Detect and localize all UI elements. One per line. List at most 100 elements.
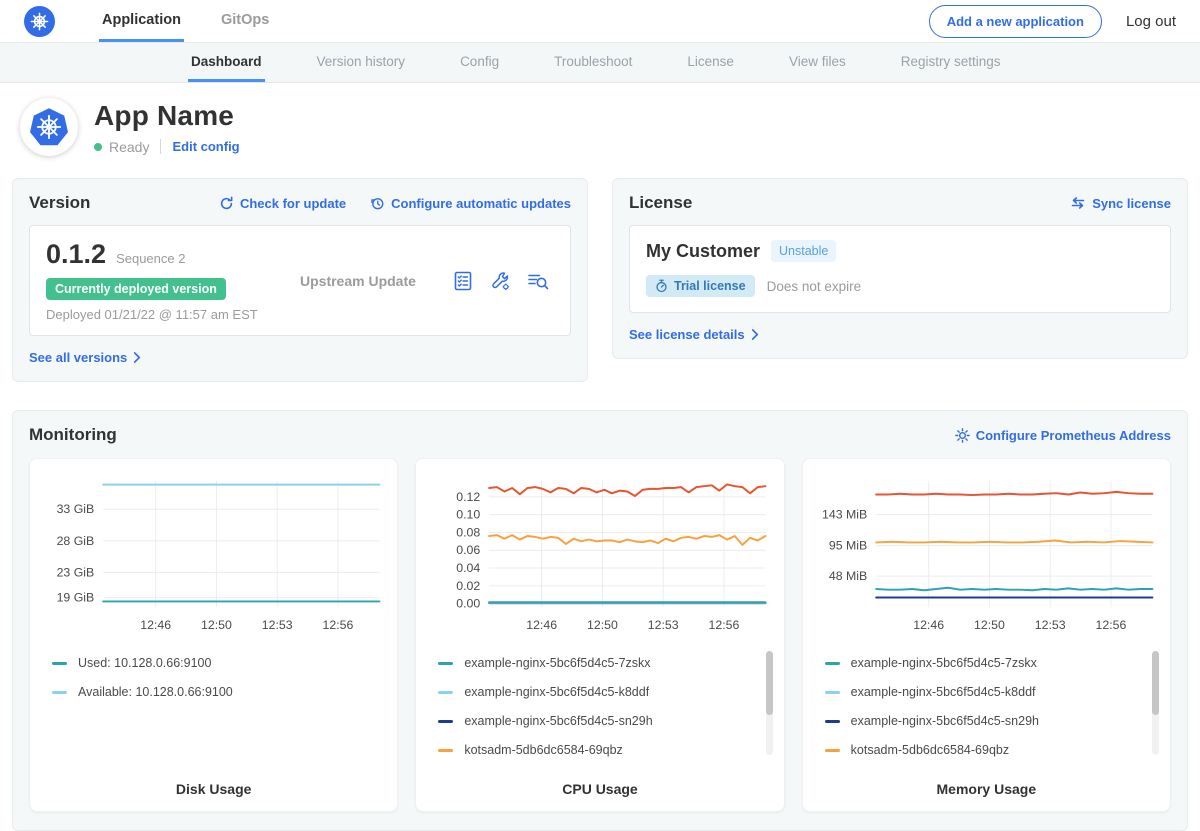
legend-swatch [438,662,453,665]
version-card: Version Check for update Configure au [12,178,588,382]
legend-swatch [825,691,840,694]
monitoring-section: Monitoring Configure Prometheus Address … [12,410,1188,831]
legend-label: example-nginx-5bc6f5d4c5-k8ddf [464,685,649,699]
svg-text:12:50: 12:50 [587,618,618,632]
svg-text:12:46: 12:46 [140,618,171,632]
svg-text:12:53: 12:53 [648,618,679,632]
line-chart-svg: 12:4612:5012:5312:560.120.100.080.060.04… [426,471,773,639]
helm-wheel-icon [30,12,49,31]
stopwatch-icon [655,279,668,293]
disk-usage-plot: 12:4612:5012:5312:5633 GiB28 GiB23 GiB19… [40,471,387,639]
customer-name: My Customer [646,241,760,262]
disk-usage-chart-card: 12:4612:5012:5312:5633 GiB28 GiB23 GiB19… [29,458,398,812]
tab-registry-settings[interactable]: Registry settings [898,43,1004,82]
sync-arrows-icon [1070,196,1086,210]
svg-text:12:46: 12:46 [527,618,558,632]
sync-license-link[interactable]: Sync license [1070,196,1171,211]
memory-usage-chart-card: 12:4612:5012:5312:56143 MiB95 MiB48 MiB … [802,458,1171,812]
kubernetes-heptagon-icon [28,106,70,148]
legend-scrollbar[interactable] [1152,651,1159,755]
memory-usage-plot: 12:4612:5012:5312:56143 MiB95 MiB48 MiB [813,471,1160,639]
chevron-right-icon [751,329,759,340]
chevron-right-icon [133,352,141,363]
legend-swatch [52,662,67,665]
scrollbar-thumb[interactable] [766,651,773,715]
chart-title: Disk Usage [40,769,387,797]
license-card: License Sync license My Customer Unstabl… [612,178,1188,359]
legend-label: Available: 10.128.0.66:9100 [78,685,233,699]
cpu-usage-legend: example-nginx-5bc6f5d4c5-7zskx example-ng… [426,649,773,769]
app-sub-nav: Dashboard Version history Config Trouble… [0,43,1200,83]
cpu-usage-chart-card: 12:4612:5012:5312:560.120.100.080.060.04… [415,458,784,812]
current-version-row: 0.1.2 Sequence 2 Currently deployed vers… [29,225,571,336]
configure-prometheus-link[interactable]: Configure Prometheus Address [955,428,1171,443]
see-all-versions-link[interactable]: See all versions [29,350,141,365]
memory-usage-legend: example-nginx-5bc6f5d4c5-7zskxexample-ng… [813,649,1160,769]
divider [160,139,161,154]
svg-text:12:56: 12:56 [323,618,354,632]
check-for-update-link[interactable]: Check for update [219,196,346,211]
tab-dashboard[interactable]: Dashboard [188,43,265,82]
version-number: 0.1.2 [46,239,106,270]
nav-tab-gitops[interactable]: GitOps [218,0,272,42]
line-chart-svg: 12:4612:5012:5312:5633 GiB28 GiB23 GiB19… [40,471,387,639]
legend-scrollbar[interactable] [766,651,773,755]
see-license-details-link[interactable]: See license details [629,327,759,342]
svg-text:143 MiB: 143 MiB [822,507,867,521]
legend-item: kotsadm-5db6dc6584-69qbz [825,736,1160,765]
cpu-usage-plot: 12:4612:5012:5312:560.120.100.080.060.04… [426,471,773,639]
svg-text:12:56: 12:56 [1095,618,1126,632]
legend-swatch [438,749,453,752]
legend-swatch [825,720,840,723]
version-card-title: Version [29,193,90,213]
gear-icon [955,428,970,443]
status-label: Ready [109,139,149,155]
svg-text:12:53: 12:53 [262,618,293,632]
license-type-badge: Trial license [646,275,755,297]
config-wrench-icon[interactable] [489,270,511,292]
legend-label: example-nginx-5bc6f5d4c5-k8ddf [851,685,1036,699]
status-dot [94,143,102,151]
scrollbar-thumb[interactable] [1152,651,1159,715]
tab-config[interactable]: Config [457,43,502,82]
page-title: App Name [94,100,240,132]
legend-swatch [438,720,453,723]
file-search-icon[interactable] [526,270,550,292]
svg-text:0.12: 0.12 [457,490,481,504]
legend-swatch [825,662,840,665]
kubernetes-logo [24,6,55,37]
version-source-label: Upstream Update [294,273,452,289]
svg-text:0.02: 0.02 [457,579,481,593]
channel-badge: Unstable [771,240,836,262]
top-nav: Application GitOps Add a new application… [0,0,1200,43]
tab-license[interactable]: License [684,43,737,82]
svg-text:28 GiB: 28 GiB [57,534,95,548]
chart-title: Memory Usage [813,769,1160,797]
tab-view-files[interactable]: View files [786,43,849,82]
logout-button[interactable]: Log out [1126,13,1176,30]
svg-text:19 GiB: 19 GiB [57,591,95,605]
nav-tab-application[interactable]: Application [99,0,184,42]
legend-swatch [52,691,67,694]
configure-automatic-updates-link[interactable]: Configure automatic updates [370,196,571,211]
refresh-icon [219,196,234,211]
monitoring-title: Monitoring [29,425,117,445]
license-card-title: License [629,193,692,213]
legend-item: example-nginx-5bc6f5d4c5-7zskx [438,649,773,678]
sequence-label: Sequence 2 [116,251,185,266]
legend-item: Available: 10.128.0.66:9100 [52,678,387,707]
legend-item: Used: 10.128.0.66:9100 [52,649,387,678]
svg-text:0.08: 0.08 [457,525,481,539]
tab-troubleshoot[interactable]: Troubleshoot [551,43,635,82]
chart-title: CPU Usage [426,769,773,797]
legend-swatch [825,749,840,752]
svg-text:12:50: 12:50 [201,618,232,632]
legend-label: Used: 10.128.0.66:9100 [78,656,211,670]
tab-version-history[interactable]: Version history [314,43,409,82]
legend-item: example-nginx-5bc6f5d4c5-k8ddf [438,678,773,707]
add-application-button[interactable]: Add a new application [929,5,1102,38]
preflight-checklist-icon[interactable] [452,270,474,292]
edit-config-link[interactable]: Edit config [172,139,239,154]
disk-usage-legend: Used: 10.128.0.66:9100 Available: 10.128.… [40,649,387,769]
svg-text:0.00: 0.00 [457,597,481,611]
